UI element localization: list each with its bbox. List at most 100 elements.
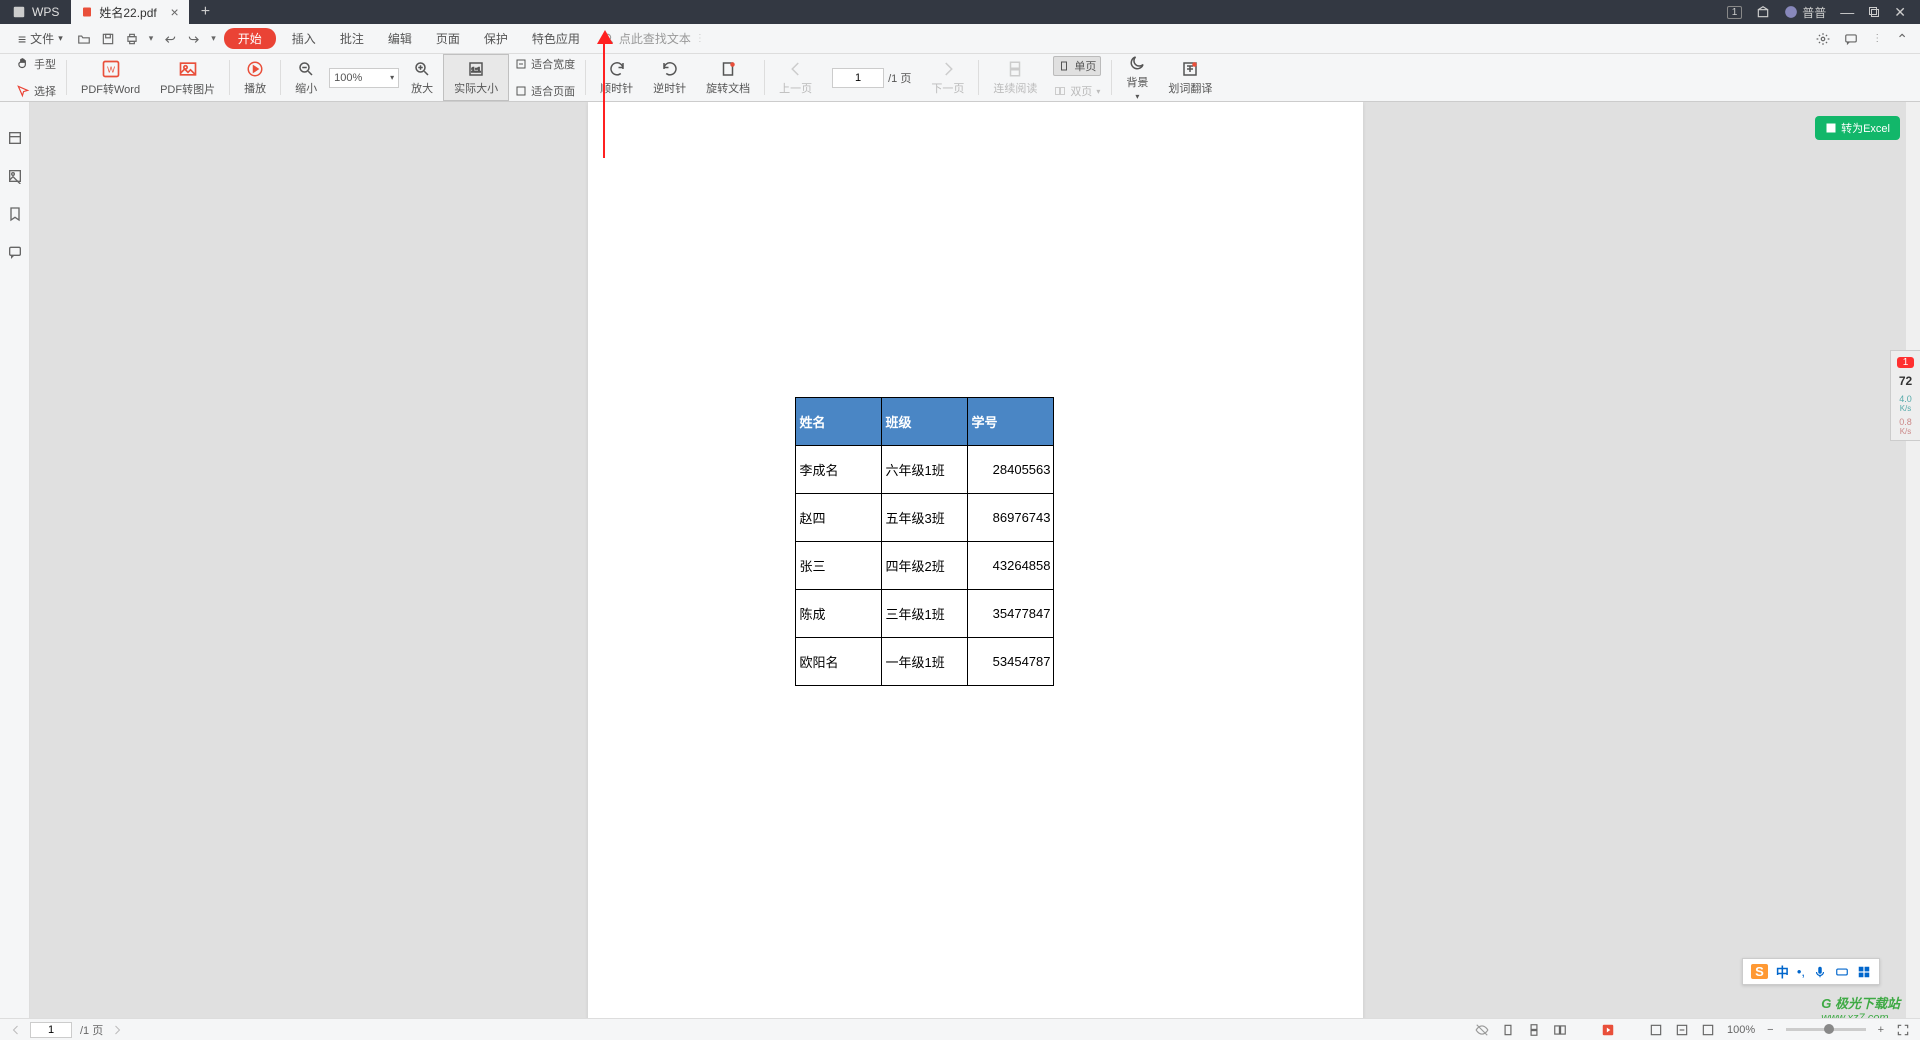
next-label: 下一页	[931, 80, 964, 96]
protect-tab[interactable]: 保护	[476, 28, 516, 49]
widget-badge: 1	[1897, 357, 1914, 368]
translate-icon	[1181, 60, 1199, 78]
close-tab-icon[interactable]: ×	[171, 4, 179, 20]
single-page-button[interactable]: 单页	[1053, 56, 1101, 76]
cursor-icon	[16, 84, 30, 98]
annotation-arrow-head	[597, 30, 613, 44]
translate-label: 划词翻译	[1168, 80, 1212, 96]
rotate-cw-button[interactable]: 顺时针	[590, 54, 643, 101]
play-button[interactable]: 播放	[234, 54, 276, 101]
gift-icon[interactable]	[1756, 5, 1770, 19]
oneone-status-icon[interactable]	[1649, 1023, 1663, 1037]
annotate-tab[interactable]: 批注	[332, 28, 372, 49]
more-icon[interactable]: ⋮	[1872, 33, 1882, 44]
comment-icon[interactable]	[7, 244, 23, 260]
zoom-minus-icon[interactable]: −	[1767, 1024, 1773, 1036]
page-input[interactable]	[832, 68, 884, 88]
translate-button[interactable]: 划词翻译	[1158, 54, 1222, 101]
edit-tab[interactable]: 编辑	[380, 28, 420, 49]
ime-punct-icon[interactable]: •,	[1797, 964, 1805, 979]
ime-lang[interactable]: 中	[1776, 962, 1789, 981]
zoom-select[interactable]: 100%▾	[327, 54, 401, 101]
keyboard-icon[interactable]	[1835, 965, 1849, 979]
double-page-button[interactable]: 双页▾	[1054, 83, 1100, 99]
app-logo: WPS	[0, 5, 71, 19]
hand-icon	[16, 57, 30, 71]
view-single-icon[interactable]	[1501, 1023, 1515, 1037]
actual-size-button[interactable]: 1:1 实际大小	[443, 54, 509, 101]
widget-val3: 0.8	[1891, 417, 1920, 427]
fitw-status-icon[interactable]	[1675, 1023, 1689, 1037]
feedback-icon[interactable]	[1844, 32, 1858, 46]
start-tab[interactable]: 开始	[224, 28, 276, 49]
zoom-in-icon	[413, 60, 431, 78]
pdf-to-word-button[interactable]: W PDF转Word	[71, 54, 150, 101]
view-book-icon[interactable]	[1553, 1023, 1567, 1037]
double-label: 双页	[1070, 83, 1092, 99]
ime-toolbar[interactable]: S 中 •,	[1742, 958, 1880, 985]
zoom-slider[interactable]	[1786, 1028, 1866, 1031]
picture-icon[interactable]	[7, 168, 23, 184]
document-tab[interactable]: 姓名22.pdf ×	[71, 0, 188, 24]
background-button[interactable]: 背景▾	[1116, 54, 1158, 101]
search-box[interactable]: 点此查找文本 ⋮	[596, 30, 711, 47]
word-icon: W	[101, 59, 121, 79]
microphone-icon[interactable]	[1813, 965, 1827, 979]
collapse-ribbon-icon[interactable]: ⌃	[1896, 32, 1908, 46]
select-label: 选择	[34, 83, 56, 99]
svg-text:1:1: 1:1	[471, 67, 481, 74]
close-window-icon[interactable]: ✕	[1894, 5, 1906, 19]
fit-page-button[interactable]: 适合页面	[515, 83, 575, 99]
excel-icon	[1825, 122, 1837, 134]
vertical-scrollbar[interactable]	[1906, 102, 1920, 1018]
select-tool[interactable]: 选择	[16, 83, 56, 99]
canvas[interactable]: 转为Excel 姓名 班级 学号 李成名六年级1班28405563 赵四五年级3…	[30, 102, 1920, 1018]
convert-excel-button[interactable]: 转为Excel	[1815, 116, 1900, 140]
maximize-icon[interactable]	[1868, 6, 1880, 18]
bookmark-icon[interactable]	[7, 206, 23, 222]
file-menu[interactable]: ≡ 文件 ▾	[12, 28, 69, 49]
status-next-icon[interactable]	[111, 1024, 123, 1036]
user-area[interactable]: 普普	[1784, 4, 1826, 21]
special-tab[interactable]: 特色应用	[524, 28, 588, 49]
pdf-to-image-button[interactable]: PDF转图片	[150, 54, 225, 101]
print-icon[interactable]	[125, 32, 139, 46]
fit-group: 适合宽度 适合页面	[509, 54, 581, 101]
hand-tool[interactable]: 手型	[16, 56, 56, 72]
grid-icon[interactable]	[1857, 965, 1871, 979]
prev-page-button[interactable]: 上一页	[769, 54, 822, 101]
annotation-arrow-body	[603, 38, 605, 158]
zoom-out-button[interactable]: 缩小	[285, 54, 327, 101]
page-tab[interactable]: 页面	[428, 28, 468, 49]
fit-page-label: 适合页面	[531, 83, 575, 99]
rotate-doc-label: 旋转文档	[706, 80, 750, 96]
next-page-button[interactable]: 下一页	[921, 54, 974, 101]
fitp-status-icon[interactable]	[1701, 1023, 1715, 1037]
docs-count-badge[interactable]: 1	[1727, 6, 1743, 19]
minimize-icon[interactable]: —	[1840, 5, 1854, 19]
thumbnail-icon[interactable]	[7, 130, 23, 146]
fit-width-button[interactable]: 适合宽度	[515, 56, 575, 72]
redo-icon[interactable]	[187, 32, 201, 46]
status-prev-icon[interactable]	[10, 1024, 22, 1036]
fullscreen-icon[interactable]	[1896, 1023, 1910, 1037]
user-name: 普普	[1802, 4, 1826, 21]
eye-off-icon[interactable]	[1475, 1023, 1489, 1037]
continuous-button[interactable]: 连续阅读	[983, 54, 1047, 101]
open-icon[interactable]	[77, 32, 91, 46]
net-speed-widget[interactable]: 1 72 4.0 K/s 0.8 K/s	[1890, 350, 1920, 441]
image-icon	[178, 59, 198, 79]
widget-val2: 4.0	[1891, 394, 1920, 404]
view-continuous-icon[interactable]	[1527, 1023, 1541, 1037]
rotate-ccw-button[interactable]: 逆时针	[643, 54, 696, 101]
video-icon[interactable]	[1601, 1023, 1615, 1037]
zoom-plus-icon[interactable]: +	[1878, 1024, 1884, 1036]
status-page-input[interactable]	[30, 1022, 72, 1038]
rotate-doc-button[interactable]: 旋转文档	[696, 54, 760, 101]
gear-icon[interactable]	[1816, 32, 1830, 46]
new-tab-button[interactable]: +	[189, 3, 222, 21]
zoom-in-button[interactable]: 放大	[401, 54, 443, 101]
insert-tab[interactable]: 插入	[284, 28, 324, 49]
save-icon[interactable]	[101, 32, 115, 46]
undo-icon[interactable]	[163, 32, 177, 46]
